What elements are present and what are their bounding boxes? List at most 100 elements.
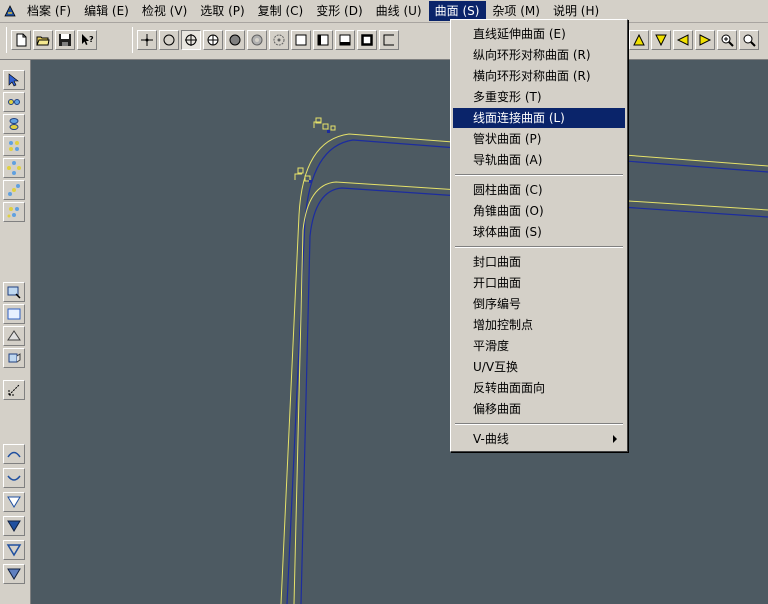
menu-item-add-control-points[interactable]: 增加控制点 [453, 315, 625, 335]
triangle-right-button[interactable] [695, 30, 715, 50]
menu-item-cylinder-surface[interactable]: 圆柱曲面 (C) [453, 180, 625, 200]
menu-select[interactable]: 选取 (P) [194, 1, 251, 21]
center-snap-button[interactable] [181, 30, 201, 50]
point-snap-button[interactable] [137, 30, 157, 50]
menu-item-v-curve[interactable]: V-曲线 [453, 429, 625, 449]
menu-item-reverse-numbering[interactable]: 倒序编号 [453, 294, 625, 314]
arc-up-button[interactable] [3, 444, 25, 464]
menu-item-transverse-revolve-surface[interactable]: 横向环形对称曲面 (R) [453, 66, 625, 86]
menu-item-cone-surface[interactable]: 角锥曲面 (O) [453, 201, 625, 221]
new-file-button[interactable] [11, 30, 31, 50]
axis-button[interactable] [3, 380, 25, 400]
triangle-right-icon [699, 34, 712, 46]
help-pointer-icon: ? [82, 34, 94, 45]
menu-transform[interactable]: 变形 (D) [310, 1, 369, 21]
node-grid-button[interactable] [3, 136, 25, 156]
menu-item-loft-surface[interactable]: 线面连接曲面 (L) [453, 108, 625, 128]
menu-item-multi-transform[interactable]: 多重变形 (T) [453, 87, 625, 107]
circle-button[interactable] [159, 30, 179, 50]
menu-file[interactable]: 档案 (F) [21, 1, 78, 21]
funnel-outline-button[interactable] [3, 540, 25, 560]
menu-item-close-surface[interactable]: 封口曲面 [453, 252, 625, 272]
grid-snap-button[interactable] [203, 30, 223, 50]
app-logo-icon [4, 5, 16, 17]
frame-bold-icon [361, 34, 373, 46]
menu-item-open-surface[interactable]: 开口曲面 [453, 273, 625, 293]
menu-item-sweep-surface[interactable]: 导轨曲面 (A) [453, 150, 625, 170]
arc-down-button[interactable] [3, 468, 25, 488]
menu-view[interactable]: 检视 (V) [136, 1, 194, 21]
funnel-button[interactable] [3, 492, 25, 512]
triangle-left-icon [676, 34, 689, 46]
grid-snap-icon [207, 34, 219, 46]
triangle-up-button[interactable] [629, 30, 649, 50]
help-pointer-button[interactable]: ? [77, 30, 97, 50]
menu-copy[interactable]: 复制 (C) [252, 1, 311, 21]
triangle-left-button[interactable] [673, 30, 693, 50]
frame-bottom-button[interactable] [335, 30, 355, 50]
menu-edit[interactable]: 编辑 (E) [78, 1, 136, 21]
zoom-window-icon [7, 286, 21, 299]
select-arrow-icon [8, 73, 19, 87]
zoom-window-button[interactable] [3, 282, 25, 302]
menu-item-tube-surface[interactable]: 管状曲面 (P) [453, 129, 625, 149]
axis-icon [8, 384, 20, 396]
zoom-in-icon [721, 34, 734, 47]
arc-up-icon [7, 451, 21, 458]
menu-item-smoothness[interactable]: 平滑度 [453, 336, 625, 356]
menu-item-sphere-surface[interactable]: 球体曲面 (S) [453, 222, 625, 242]
menu-item-swap-uv[interactable]: U/V互换 [453, 357, 625, 377]
zoom-fit-button[interactable] [739, 30, 759, 50]
node-scatter-button[interactable] [3, 180, 25, 200]
rectangle-button[interactable] [3, 304, 25, 324]
pyramid-button[interactable] [3, 326, 25, 346]
frame-partial-button[interactable] [379, 30, 399, 50]
funnel-icon [7, 496, 21, 508]
menu-help[interactable]: 说明 (H) [547, 1, 606, 21]
open-file-button[interactable] [33, 30, 53, 50]
funnel-down-icon [7, 568, 21, 580]
menu-curve[interactable]: 曲线 (U) [370, 1, 429, 21]
sphere-button[interactable] [225, 30, 245, 50]
frame-bottom-icon [339, 34, 351, 46]
tool-palette [0, 60, 31, 604]
menu-item-linear-extrude-surface[interactable]: 直线延伸曲面 (E) [453, 24, 625, 44]
menu-item-flip-surface-normal[interactable]: 反转曲面面向 [453, 378, 625, 398]
funnel-bold-button[interactable] [3, 516, 25, 536]
modeling-viewport[interactable] [31, 60, 768, 604]
ring-icon [251, 34, 263, 46]
control-point-dots [309, 130, 330, 183]
node-grid-icon [9, 141, 19, 151]
file-toolbar-group: ? [6, 27, 99, 53]
select-tool-button[interactable] [3, 70, 25, 90]
sphere-icon [229, 34, 241, 46]
triangle-down-button[interactable] [651, 30, 671, 50]
vertical-nodes-button[interactable] [3, 114, 25, 134]
frame-left-button[interactable] [313, 30, 333, 50]
menu-item-offset-surface[interactable]: 偏移曲面 [453, 399, 625, 419]
node-cluster-button[interactable] [3, 202, 25, 222]
point-snap-icon [141, 34, 153, 46]
snap-toolbar-group [132, 27, 401, 53]
save-button[interactable] [55, 30, 75, 50]
circle-icon [163, 34, 175, 46]
save-disk-icon [59, 34, 71, 46]
zoom-in-button[interactable] [717, 30, 737, 50]
menu-surface[interactable]: 曲面 (S) [428, 1, 487, 21]
node-chain-button[interactable] [3, 92, 25, 112]
frame-bold-button[interactable] [357, 30, 377, 50]
face-button[interactable] [3, 348, 25, 368]
funnel-outline-icon [6, 544, 22, 557]
menu-misc[interactable]: 杂项 (M) [486, 1, 547, 21]
menu-item-longitudinal-revolve-surface[interactable]: 纵向环形对称曲面 (R) [453, 45, 625, 65]
node-diamond-button[interactable] [3, 158, 25, 178]
menu-item-v-curve-label: V-曲线 [473, 432, 509, 446]
navigation-toolbar-group [624, 27, 761, 53]
frame-button[interactable] [291, 30, 311, 50]
funnel-down-button[interactable] [3, 564, 25, 584]
rotate-button[interactable] [269, 30, 289, 50]
triangle-down-icon [655, 34, 667, 47]
toolbar: ? [0, 23, 768, 60]
node-diamond-icon [7, 161, 21, 175]
ring-button[interactable] [247, 30, 267, 50]
